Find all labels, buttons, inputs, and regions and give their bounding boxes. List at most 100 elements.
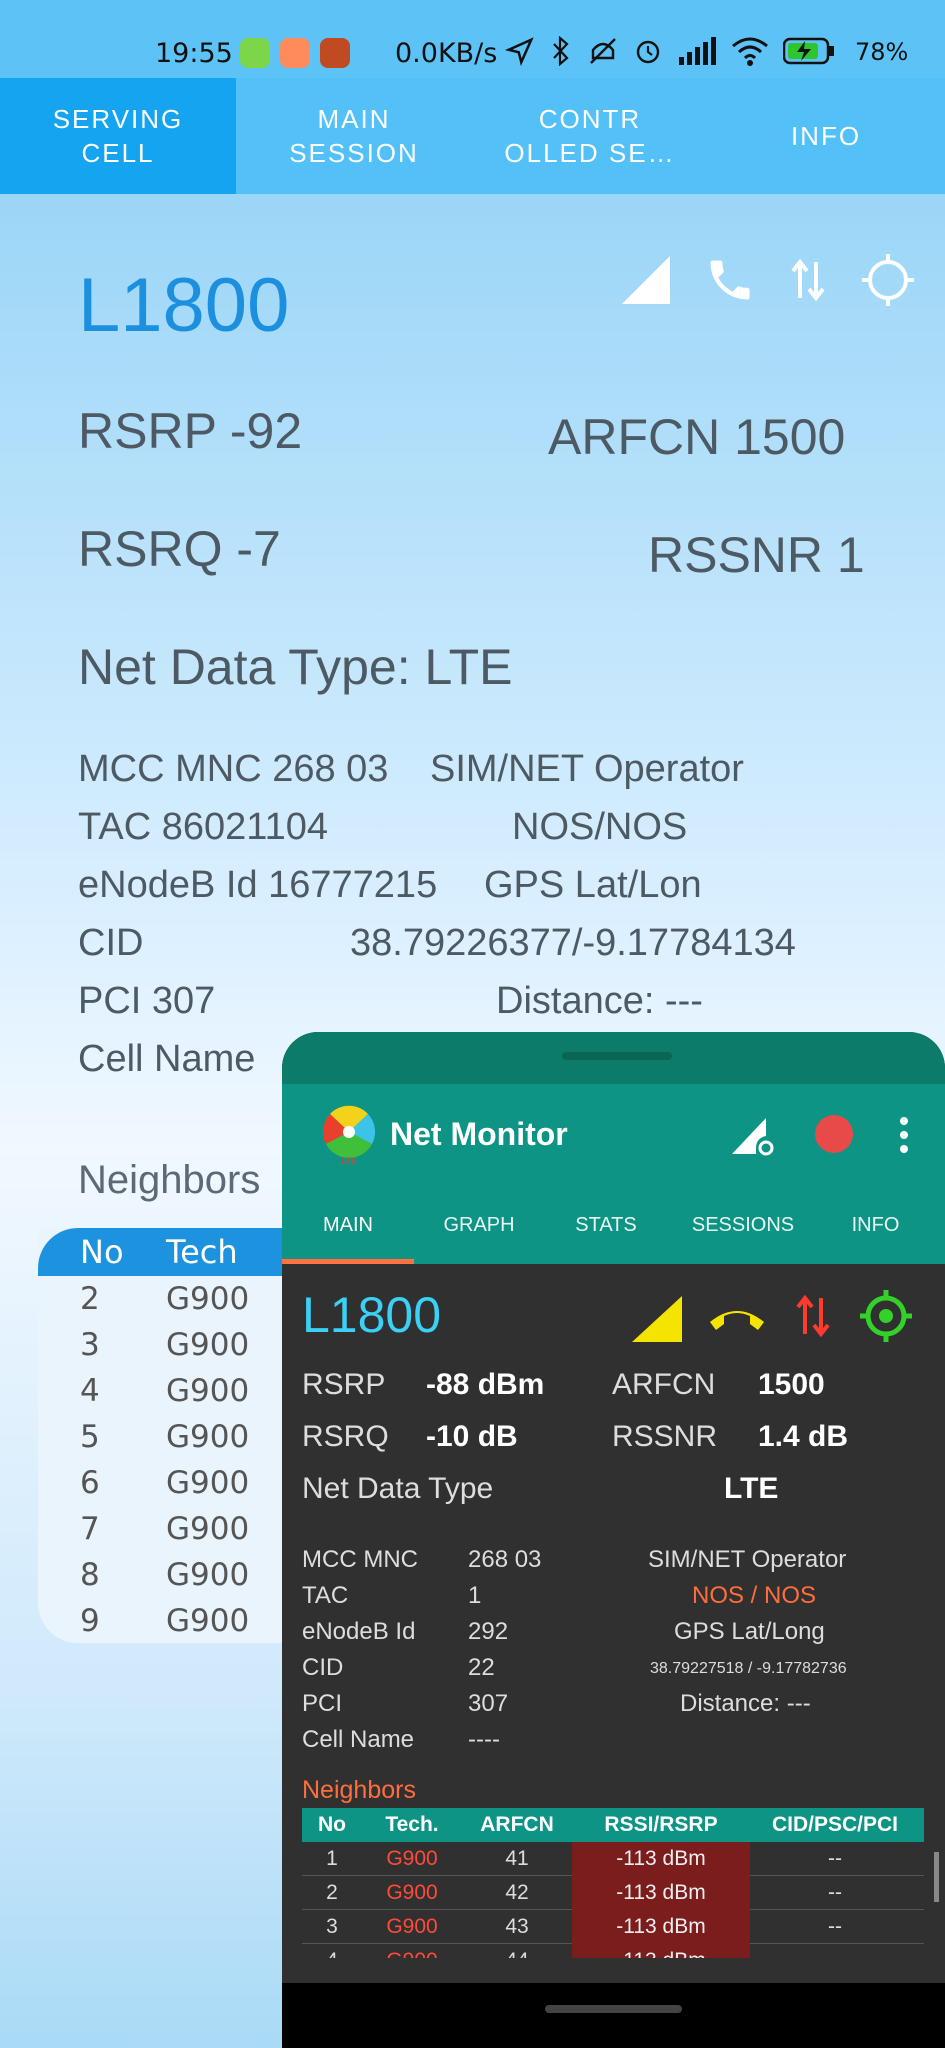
net-data-type: Net Data Type: LTE [78,639,513,695]
status-time: 19:55 [155,38,233,69]
arfcn-value: ARFCN 1500 [548,409,846,465]
popup-app-title: Net Monitor [390,1116,568,1152]
mute-icon [590,38,616,64]
table-row: 5 G900 [80,1419,250,1455]
arfcn-value: 1500 [758,1368,825,1401]
net-monitor-popup-window[interactable]: LTE Net Monitor MAIN GRAPH STATS SESSION… [282,1032,945,2048]
rsrp-value: RSRP -92 [78,403,303,459]
popup-band-title: L1800 [302,1287,442,1343]
table-scrollbar[interactable] [934,1852,939,1902]
tab-serving-cell[interactable]: SERVING CELL [0,78,236,194]
table-header: No Tech. ARFCN RSSI/RSRP CID/PSC/PCI [302,1808,924,1842]
rssnr-value: 1.4 dB [758,1420,849,1453]
data-activity-icon [796,1294,830,1338]
rsrq-value: -10 dB [426,1420,518,1453]
operator-value: NOS/NOS [512,806,688,848]
enodeb-label: eNodeB Id [302,1618,416,1645]
band-title: L1800 [78,263,290,348]
neighbors-table[interactable]: No Tech. ARFCN RSSI/RSRP CID/PSC/PCI 1 G9… [302,1808,924,1958]
popup-tab-stats[interactable]: STATS [544,1214,668,1237]
cid: CID [78,922,144,964]
bluetooth-icon [553,36,569,66]
wifi-icon [732,37,768,66]
popup-drag-area[interactable] [282,1032,945,1084]
tab-controlled-session[interactable]: CONTR OLLED SE… [472,78,708,194]
alarm-icon [636,40,660,64]
record-button[interactable] [814,1114,854,1154]
mcc-mnc-label: MCC MNC [302,1546,418,1573]
table-row: 7 G900 [80,1511,250,1547]
table-row: 9 G900 [80,1603,250,1639]
app-notification-icon [240,38,270,68]
distance: Distance: --- [680,1690,811,1717]
pci-label: PCI [302,1690,343,1717]
table-row: 2 G900 42 -113 dBm -- [302,1875,924,1910]
table-row: 4G90044-113 dBm-- [302,1943,924,1958]
rssnr-value: RSSNR 1 [648,527,865,583]
rssnr-label: RSSNR [612,1420,718,1453]
data-activity-icon [791,258,825,302]
notification-icons [240,38,350,68]
sim-net-operator-label: SIM/NET Operator [648,1546,847,1573]
mcc-mnc: MCC MNC 268 03 [78,748,389,790]
app-logo-icon: LTE [322,1105,376,1166]
home-gesture-pill[interactable] [545,2005,682,2013]
status-bar: 19:55 0.0KB/s 78% [0,0,945,78]
cid-value: 22 [468,1654,495,1681]
table-row: 1 G900 41 -113 dBm -- [302,1841,924,1876]
tac: TAC 86021104 [78,806,328,848]
distance: Distance: --- [496,980,703,1022]
signal-settings-icon[interactable] [730,1114,774,1158]
tab-info[interactable]: INFO [708,78,944,194]
app-notification-icon [320,38,350,68]
rsrq-label: RSRQ [302,1420,389,1453]
tab-main-session[interactable]: MAIN SESSION [236,78,472,194]
table-row: 6 G900 [80,1465,250,1501]
popup-tab-main[interactable]: MAIN [282,1214,414,1237]
popup-main-content: L1800 RSRP -88 dBm ARFCN 1500 RSRQ -10 d… [282,1264,945,1984]
pci: PCI 307 [78,980,216,1022]
net-data-type-value: LTE [724,1472,779,1505]
phone-icon [710,260,750,300]
mcc-mnc-value: 268 03 [468,1546,542,1573]
enodeb-id: eNodeB Id 16777215 [78,864,438,906]
drag-handle[interactable] [562,1052,672,1060]
table-row: 2 G900 [80,1281,250,1317]
table-row: 3 G900 [80,1327,250,1363]
popup-tab-bar: MAIN GRAPH STATS SESSIONS INFO [282,1186,945,1264]
phone-icon [710,1311,764,1330]
neighbors-table: No Tech 2 G900 3 G900 4 G900 5 G900 6 G900 7G… [38,1228,308,1643]
network-speed: 0.0KB/s [395,38,498,69]
sim-net-operator-label: SIM/NET Operator [430,748,744,790]
popup-tab-sessions[interactable]: SESSIONS [668,1214,818,1237]
more-options-icon[interactable] [898,1116,910,1154]
popup-toolbar: LTE Net Monitor [282,1084,945,1186]
gps-coordinates: 38.79227518 / -9.17782736 [650,1660,847,1677]
pci-value: 307 [468,1690,509,1717]
net-data-type-label: Net Data Type [302,1472,494,1505]
neighbors-label: Neighbors [302,1776,416,1804]
cell-name-label: Cell Name [302,1726,415,1753]
popup-tab-info[interactable]: INFO [818,1214,933,1237]
rsrp-label: RSRP [302,1368,386,1401]
table-row: 8 G900 [80,1557,250,1593]
gps-coordinates: 38.79226377/-9.17784134 [350,922,796,964]
cell-name-value: ---- [468,1726,500,1753]
neighbors-label: Neighbors [78,1158,261,1202]
navigation-bar [282,1983,945,2048]
cid-label: CID [302,1654,344,1681]
location-arrow-icon [505,37,534,66]
battery-charging-icon [783,37,834,65]
signal-strength-icon [622,256,670,304]
tac-label: TAC [302,1582,349,1609]
rsrp-value: -88 dBm [426,1368,545,1401]
gps-target-icon [862,254,914,306]
table-row: 3 G900 43 -113 dBm -- [302,1909,924,1944]
main-tab-bar: SERVING CELL MAIN SESSION CONTR OLLED SE… I… [0,78,945,194]
popup-tab-graph[interactable]: GRAPH [414,1214,544,1237]
app-notification-icon [280,38,310,68]
signal-strength-icon [632,1296,682,1342]
gps-label: GPS Lat/Long [674,1618,825,1645]
cell-signal-icon [679,37,716,65]
rsrq-value: RSRQ -7 [78,521,281,577]
